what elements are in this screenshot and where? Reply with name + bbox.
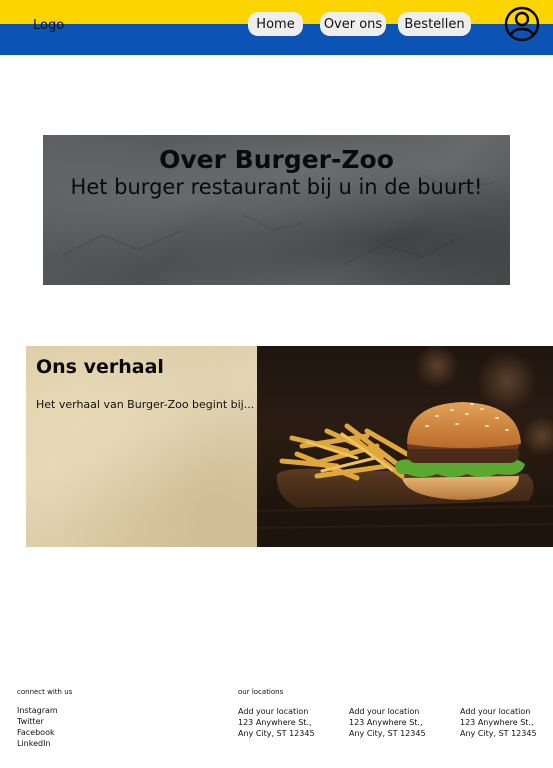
location-street: 123 Anywhere St.,	[349, 718, 423, 727]
location-block: Add your location 123 Anywhere St., Any …	[460, 706, 537, 739]
nav-about-button[interactable]: Over ons	[320, 12, 386, 36]
logo[interactable]: Logo	[33, 18, 64, 33]
location-name: Add your location	[349, 707, 420, 716]
nav-order-button[interactable]: Bestellen	[398, 12, 471, 36]
location-name: Add your location	[238, 707, 309, 716]
location-city: Any City, ST 12345	[238, 729, 315, 738]
hero-title: Over Burger-Zoo	[159, 145, 394, 174]
location-block: Add your location 123 Anywhere St., Any …	[349, 706, 426, 739]
location-city: Any City, ST 12345	[460, 729, 537, 738]
linkedin-link[interactable]: LinkedIn	[17, 739, 51, 748]
location-city: Any City, ST 12345	[349, 729, 426, 738]
nav-home-button[interactable]: Home	[248, 12, 303, 36]
location-name: Add your location	[460, 707, 531, 716]
twitter-link[interactable]: Twitter	[17, 717, 44, 726]
user-circle-icon[interactable]	[504, 6, 540, 42]
facebook-link[interactable]: Facebook	[17, 728, 55, 737]
hero-subtitle: Het burger restaurant bij u in de buurt!	[70, 175, 483, 199]
story-body: Het verhaal van Burger-Zoo begint bij...	[36, 398, 255, 411]
locations-heading: our locations	[238, 688, 284, 696]
location-street: 123 Anywhere St.,	[460, 718, 534, 727]
site-header: Logo Home Over ons Bestellen	[0, 0, 553, 55]
story-panel: Ons verhaal Het verhaal van Burger-Zoo b…	[26, 346, 257, 547]
instagram-link[interactable]: Instagram	[17, 706, 58, 715]
connect-heading: connect with us	[17, 688, 73, 696]
location-street: 123 Anywhere St.,	[238, 718, 312, 727]
hero-banner: Over Burger-Zoo Het burger restaurant bi…	[43, 135, 510, 285]
story-title: Ons verhaal	[36, 356, 164, 378]
burger-fries-image	[257, 346, 553, 547]
location-block: Add your location 123 Anywhere St., Any …	[238, 706, 315, 739]
